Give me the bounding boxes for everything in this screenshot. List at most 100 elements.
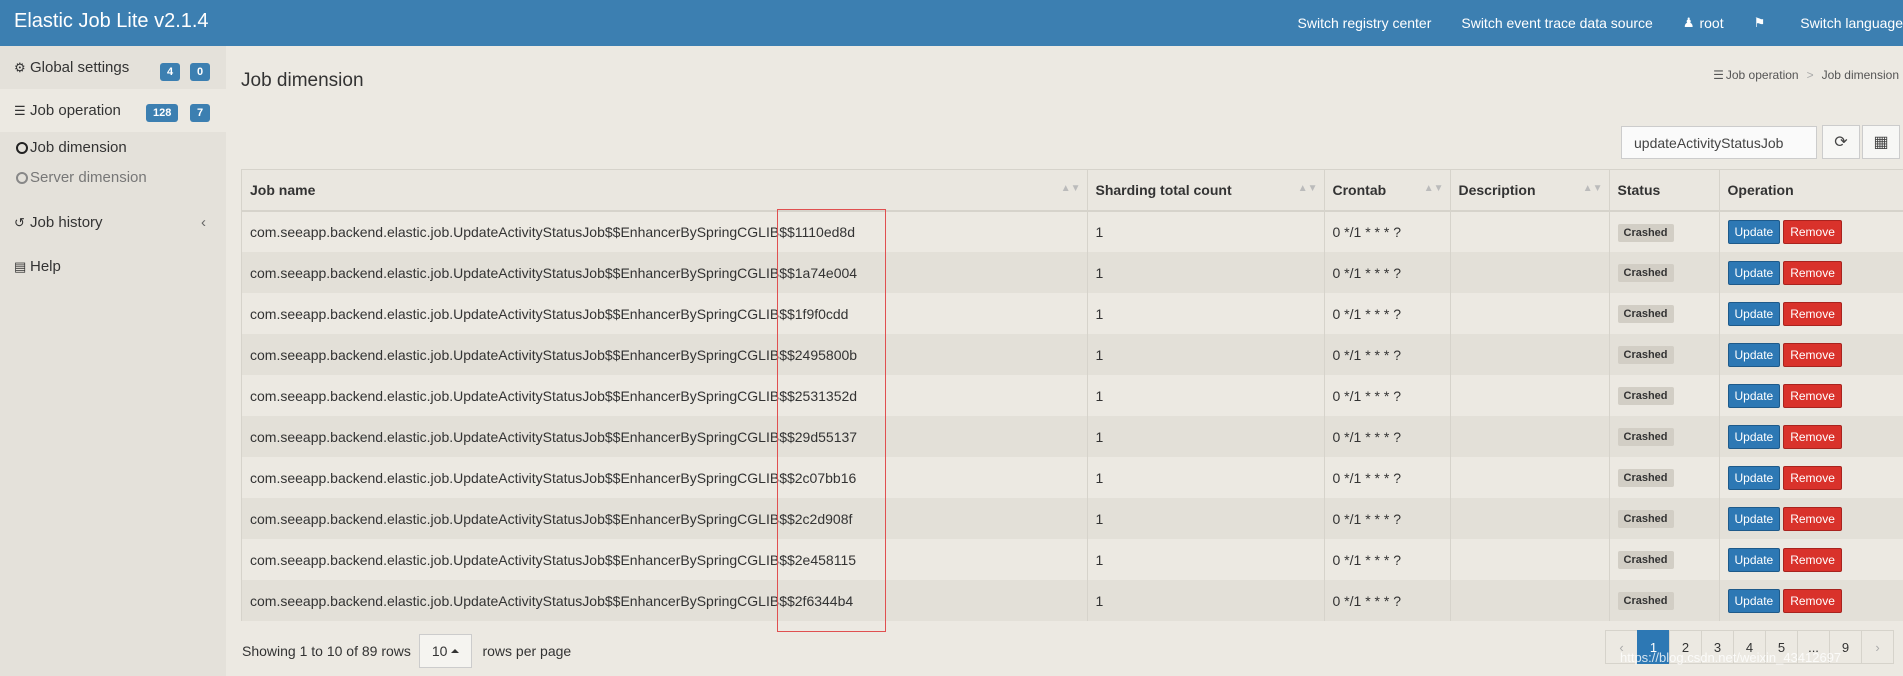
update-button[interactable]: Update bbox=[1727, 506, 1781, 531]
sidebar-item-global-settings[interactable]: ⚙ Global settings 4 0 bbox=[0, 46, 226, 89]
search-input[interactable] bbox=[1621, 126, 1817, 159]
breadcrumb-parent[interactable]: Job operation bbox=[1726, 68, 1799, 82]
pagination-page-ellipsis[interactable]: ... bbox=[1797, 630, 1830, 664]
cell-job-name: com.seeapp.backend.elastic.job.UpdateAct… bbox=[242, 375, 1088, 416]
sidebar: ⚙ Global settings 4 0 ☰ Job operation 12… bbox=[0, 46, 226, 676]
remove-button[interactable]: Remove bbox=[1783, 465, 1842, 490]
cell-job-name: com.seeapp.backend.elastic.job.UpdateAct… bbox=[242, 498, 1088, 539]
cell-operation: Update Remove bbox=[1719, 539, 1903, 580]
update-button[interactable]: Update bbox=[1727, 220, 1781, 244]
cell-job-name: com.seeapp.backend.elastic.job.UpdateAct… bbox=[242, 334, 1088, 375]
switch-language-label: Switch language bbox=[1800, 15, 1903, 31]
count-badge: 7 bbox=[190, 104, 211, 122]
page-size-dropdown[interactable]: 10 bbox=[418, 634, 473, 668]
status-badge: Crashed bbox=[1617, 387, 1674, 405]
cell-status: Crashed bbox=[1609, 211, 1720, 252]
breadcrumb-current: Job dimension bbox=[1821, 68, 1899, 82]
status-badge: Crashed bbox=[1617, 592, 1674, 610]
sort-icon: ▲▼ bbox=[1582, 183, 1603, 194]
user-name: root bbox=[1699, 15, 1724, 31]
table-row: com.seeapp.backend.elastic.job.UpdateAct… bbox=[242, 252, 1903, 293]
columns-button[interactable]: ▦ bbox=[1862, 125, 1900, 159]
count-badge: 128 bbox=[146, 104, 179, 122]
cell-sharding: 1 bbox=[1087, 457, 1325, 498]
pagination-page-4[interactable]: 4 bbox=[1733, 630, 1766, 664]
list-icon: ☰ bbox=[14, 102, 26, 118]
update-button[interactable]: Update bbox=[1727, 260, 1781, 285]
cell-crontab: 0 */1 * * * ? bbox=[1324, 498, 1451, 539]
sidebar-item-label: Global settings bbox=[30, 59, 130, 76]
update-button[interactable]: Update bbox=[1727, 465, 1781, 490]
cell-description bbox=[1450, 457, 1610, 498]
sidebar-item-help[interactable]: ▤ Help bbox=[0, 245, 226, 288]
pagination-page-5[interactable]: 5 bbox=[1765, 630, 1798, 664]
cell-description bbox=[1450, 580, 1610, 621]
switch-event-link[interactable]: Switch event trace data source bbox=[1461, 15, 1652, 31]
sidebar-subitem-server-dimension[interactable]: Server dimension bbox=[16, 169, 147, 186]
pagination-prev-button[interactable]: ‹ bbox=[1605, 630, 1638, 664]
remove-button[interactable]: Remove bbox=[1783, 220, 1842, 244]
remove-button[interactable]: Remove bbox=[1783, 588, 1842, 613]
refresh-button[interactable]: ⟳ bbox=[1822, 125, 1860, 159]
table-row: com.seeapp.backend.elastic.job.UpdateAct… bbox=[242, 211, 1903, 252]
cell-job-name: com.seeapp.backend.elastic.job.UpdateAct… bbox=[242, 539, 1088, 580]
rows-per-page-label: rows per page bbox=[482, 643, 572, 659]
sidebar-item-job-operation[interactable]: ☰ Job operation 128 7 bbox=[0, 89, 226, 132]
column-header-status[interactable]: Status bbox=[1609, 170, 1720, 212]
sort-icon: ▲▼ bbox=[1423, 183, 1444, 194]
table-footer-info: Showing 1 to 10 of 89 rows 10 rows per p… bbox=[242, 634, 571, 668]
remove-button[interactable]: Remove bbox=[1783, 424, 1842, 449]
breadcrumb: ☰ Job operation > Job dimension bbox=[1713, 68, 1899, 82]
update-button[interactable]: Update bbox=[1727, 424, 1781, 449]
column-header-label: Status bbox=[1617, 182, 1661, 198]
brand-title[interactable]: Elastic Job Lite v2.1.4 bbox=[14, 10, 209, 33]
cell-description bbox=[1450, 252, 1610, 293]
pagination-page-1[interactable]: 1 bbox=[1637, 630, 1670, 664]
sidebar-item-job-history[interactable]: ↺ Job history ‹ bbox=[0, 201, 226, 244]
table-row: com.seeapp.backend.elastic.job.UpdateAct… bbox=[242, 457, 1903, 498]
column-header-crontab[interactable]: Crontab ▲▼ bbox=[1324, 170, 1451, 212]
cell-job-name: com.seeapp.backend.elastic.job.UpdateAct… bbox=[242, 211, 1088, 252]
update-button[interactable]: Update bbox=[1727, 342, 1781, 367]
status-badge: Crashed bbox=[1617, 469, 1674, 487]
table-row: com.seeapp.backend.elastic.job.UpdateAct… bbox=[242, 293, 1903, 334]
cell-sharding: 1 bbox=[1087, 539, 1325, 580]
pagination: ‹ 1 2 3 4 5... 9 › bbox=[1605, 630, 1894, 664]
cell-operation: Update Remove bbox=[1719, 252, 1903, 293]
table-row: com.seeapp.backend.elastic.job.UpdateAct… bbox=[242, 375, 1903, 416]
remove-button[interactable]: Remove bbox=[1783, 383, 1842, 408]
flag-button[interactable]: ⚑ bbox=[1754, 15, 1771, 31]
update-button[interactable]: Update bbox=[1727, 301, 1781, 326]
column-header-job-name[interactable]: Job name ▲▼ bbox=[242, 170, 1088, 212]
pagination-page-2[interactable]: 2 bbox=[1669, 630, 1702, 664]
user-menu[interactable]: ♟ root bbox=[1683, 15, 1724, 31]
remove-button[interactable]: Remove bbox=[1783, 506, 1842, 531]
sidebar-subitem-job-dimension[interactable]: Job dimension bbox=[16, 139, 127, 156]
column-header-sharding[interactable]: Sharding total count ▲▼ bbox=[1087, 170, 1325, 212]
showing-rows-text: Showing 1 to 10 of 89 rows bbox=[242, 643, 411, 659]
status-badge: Crashed bbox=[1617, 428, 1674, 446]
chevron-left-icon: ‹ bbox=[201, 214, 206, 231]
remove-button[interactable]: Remove bbox=[1783, 547, 1842, 572]
update-button[interactable]: Update bbox=[1727, 588, 1781, 613]
cell-status: Crashed bbox=[1609, 498, 1720, 539]
cell-crontab: 0 */1 * * * ? bbox=[1324, 334, 1451, 375]
switch-language-link[interactable]: Switch language bbox=[1800, 15, 1903, 31]
remove-button[interactable]: Remove bbox=[1783, 301, 1842, 326]
pagination-page-9[interactable]: 9 bbox=[1829, 630, 1862, 664]
cell-crontab: 0 */1 * * * ? bbox=[1324, 211, 1451, 252]
cell-crontab: 0 */1 * * * ? bbox=[1324, 375, 1451, 416]
pagination-next-button[interactable]: › bbox=[1861, 630, 1894, 664]
column-header-description[interactable]: Description ▲▼ bbox=[1450, 170, 1610, 212]
pagination-page-3[interactable]: 3 bbox=[1701, 630, 1734, 664]
cell-job-name: com.seeapp.backend.elastic.job.UpdateAct… bbox=[242, 293, 1088, 334]
column-header-label: Operation bbox=[1727, 182, 1794, 198]
switch-registry-link[interactable]: Switch registry center bbox=[1298, 15, 1432, 31]
cell-operation: Update Remove bbox=[1719, 293, 1903, 334]
update-button[interactable]: Update bbox=[1727, 383, 1781, 408]
cell-sharding: 1 bbox=[1087, 211, 1325, 252]
column-header-label: Crontab bbox=[1332, 182, 1387, 198]
update-button[interactable]: Update bbox=[1727, 547, 1781, 572]
remove-button[interactable]: Remove bbox=[1783, 342, 1842, 367]
remove-button[interactable]: Remove bbox=[1783, 260, 1842, 285]
